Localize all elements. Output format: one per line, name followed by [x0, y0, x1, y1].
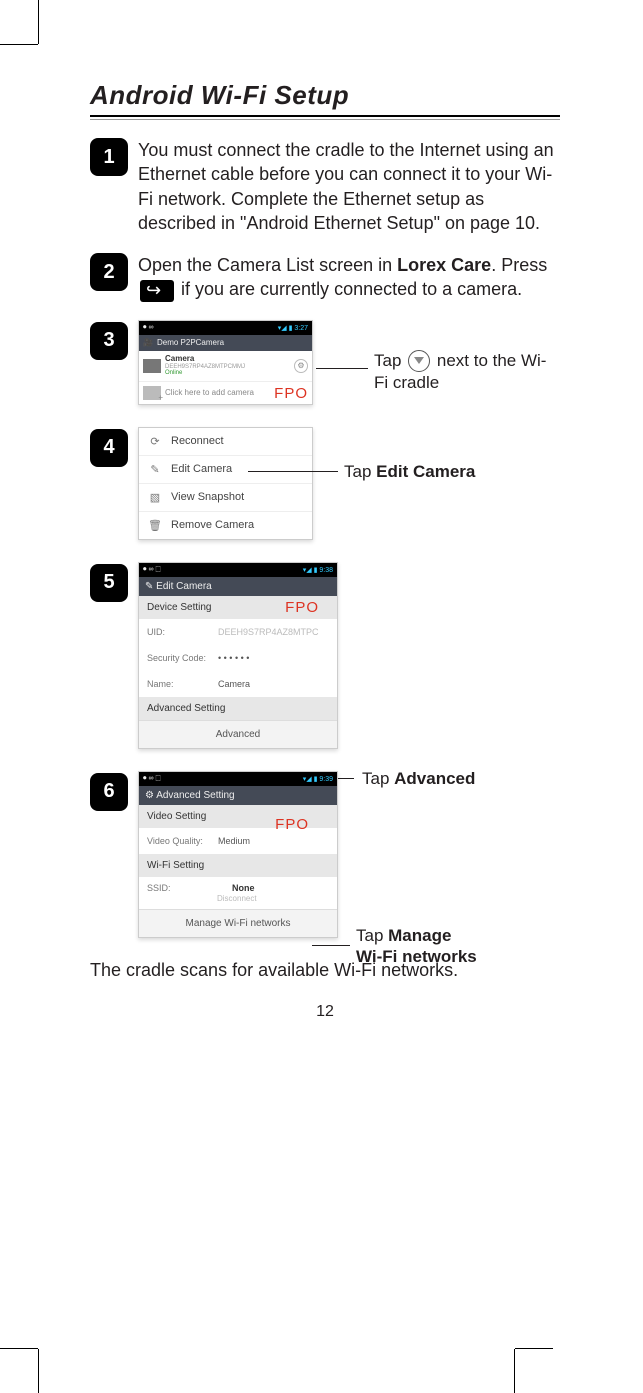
section-advanced-setting: Advanced Setting [139, 697, 337, 720]
snapshot-icon: ▧ [147, 491, 163, 504]
step-4: 4 ⟳Reconnect ✎Edit Camera ▧View Snapshot… [90, 427, 560, 540]
step-number-5: 5 [90, 564, 128, 602]
callout-tap-gear: Tap next to the Wi-Fi cradle [374, 350, 554, 394]
section-wifi-setting: Wi-Fi Setting [139, 854, 337, 877]
uid-field: UID:DEEH9S7RP4AZ8MTPC [139, 619, 337, 645]
step-2-mid: . Press [491, 255, 547, 275]
step-5: 5 ⏺ ∞ ⬚ ▾◢ ▮ 9:38 ✎ Edit Camera Device S… [90, 562, 560, 749]
leader-line [316, 368, 368, 369]
dropdown-circle-icon [408, 350, 430, 372]
screen-title: ⚙ Advanced Setting [139, 786, 337, 805]
step-number-4: 4 [90, 429, 128, 467]
step-2-post: if you are currently connected to a came… [176, 279, 522, 299]
screenshot-edit-camera: ⏺ ∞ ⬚ ▾◢ ▮ 9:38 ✎ Edit Camera Device Set… [138, 562, 338, 749]
step-1-text: You must connect the cradle to the Inter… [138, 138, 560, 235]
ssid-field[interactable]: SSID:None Disconnect [139, 877, 337, 909]
status-left: ⏺ ∞ [143, 324, 153, 332]
menu-edit-camera[interactable]: ✎Edit Camera [139, 455, 312, 483]
step-1: 1 You must connect the cradle to the Int… [90, 138, 560, 235]
page-title: Android Wi-Fi Setup [90, 80, 560, 117]
callout-manage-wifi: Tap ManageWi-Fi networks [356, 925, 526, 968]
reconnect-icon: ⟳ [147, 435, 163, 448]
camera-thumbnail [143, 359, 161, 373]
advanced-button[interactable]: Advanced [139, 720, 337, 748]
add-camera-icon: + [143, 386, 161, 400]
status-bar: ⏺ ∞ ⬚ ▾◢ ▮ 9:39 [139, 772, 337, 786]
fpo-label: FPO [274, 385, 308, 402]
menu-reconnect[interactable]: ⟳Reconnect [139, 428, 312, 455]
camera-uid: DEEH9S7RP4AZ8MTPCMMJ [165, 364, 290, 371]
manage-wifi-button[interactable]: Manage Wi-Fi networks [139, 909, 337, 937]
status-bar: ⏺ ∞ ▾◢ ▮ 3:27 [139, 321, 312, 335]
fpo-label: FPO [275, 816, 309, 833]
step-number-3: 3 [90, 322, 128, 360]
security-code-field[interactable]: Security Code:• • • • • • [139, 645, 337, 671]
title-underline [90, 119, 560, 120]
page-number: 12 [90, 1003, 560, 1021]
screenshot-context-menu: ⟳Reconnect ✎Edit Camera ▧View Snapshot 🗑… [138, 427, 313, 540]
step-6: 6 ⏺ ∞ ⬚ ▾◢ ▮ 9:39 ⚙ Advanced Setting Vid… [90, 771, 560, 938]
step-3: 3 ⏺ ∞ ▾◢ ▮ 3:27 🎥 Demo P2PCamera Camera … [90, 320, 560, 405]
leader-line [312, 945, 350, 946]
edit-icon: ✎ [147, 463, 163, 476]
menu-view-snapshot[interactable]: ▧View Snapshot [139, 483, 312, 511]
name-field[interactable]: Name:Camera [139, 671, 337, 697]
screenshot-advanced-setting: ⏺ ∞ ⬚ ▾◢ ▮ 9:39 ⚙ Advanced Setting Video… [138, 771, 338, 938]
screen-title: ✎ Edit Camera [139, 577, 337, 596]
back-icon [140, 280, 174, 302]
screenshot-camera-list: ⏺ ∞ ▾◢ ▮ 3:27 🎥 Demo P2PCamera Camera DE… [138, 320, 313, 405]
menu-remove-camera[interactable]: 🗑Remove Camera [139, 511, 312, 539]
step-number-2: 2 [90, 253, 128, 291]
camera-name: Camera [165, 355, 290, 364]
callout-edit-camera: Tap Edit Camera [344, 461, 475, 482]
ssid-sublabel: Disconnect [217, 894, 257, 903]
step-number-6: 6 [90, 773, 128, 811]
step-2: 2 Open the Camera List screen in Lorex C… [90, 253, 560, 302]
step-2-bold: Lorex Care [397, 255, 491, 275]
leader-line [248, 471, 338, 472]
step-2-pre: Open the Camera List screen in [138, 255, 397, 275]
status-time: ▾◢ ▮ 3:27 [278, 324, 308, 332]
add-camera-text: Click here to add camera [165, 388, 254, 397]
camera-status: Online [165, 370, 290, 377]
step-number-1: 1 [90, 138, 128, 176]
step-2-text: Open the Camera List screen in Lorex Car… [138, 253, 560, 302]
fpo-label: FPO [285, 599, 319, 616]
trash-icon: 🗑 [147, 519, 163, 532]
status-bar: ⏺ ∞ ⬚ ▾◢ ▮ 9:38 [139, 563, 337, 577]
camera-row[interactable]: Camera DEEH9S7RP4AZ8MTPCMMJ Online ⚙ [139, 351, 312, 381]
gear-icon[interactable]: ⚙ [294, 359, 308, 373]
app-header: 🎥 Demo P2PCamera [139, 335, 312, 351]
